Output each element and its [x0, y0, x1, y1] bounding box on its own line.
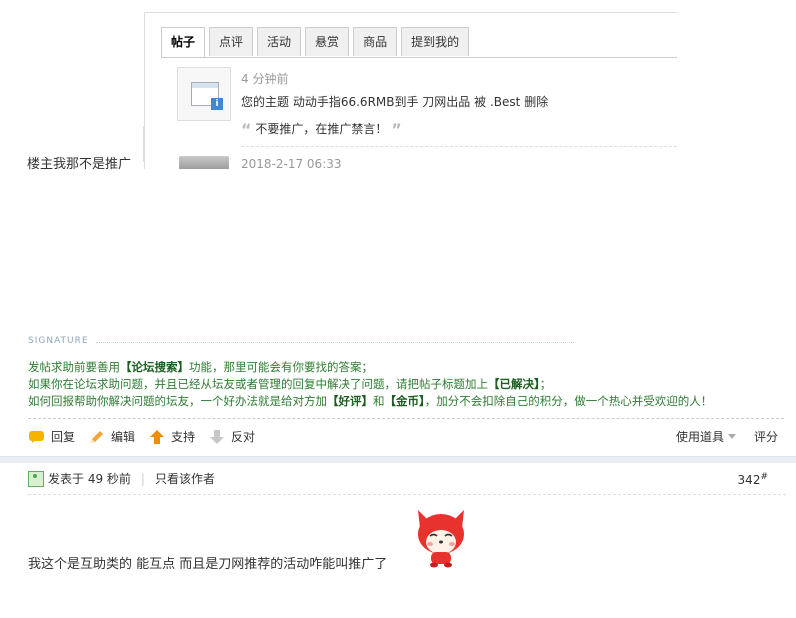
signature-line-2: 如果你在论坛求助问题，并且已经从坛友或者管理的回复中解决了问题，请把帖子标题加上…: [28, 377, 552, 391]
post-content-2: 我这个是互助类的 能互点 而且是刀网推荐的活动咋能叫推广了: [28, 557, 388, 572]
post-right-actions: 使用道具 评分: [676, 428, 778, 445]
notice-icon: i: [177, 67, 231, 121]
tools-menu[interactable]: 使用道具: [676, 428, 736, 445]
signature-title: SIGNATURE: [28, 336, 89, 346]
notice-popup: 帖子 点评 活动 悬赏 商品 提到我的 i 4 分钟前 您的主题 动动手指66.…: [144, 12, 677, 169]
oppose-button[interactable]: 反对: [209, 428, 255, 445]
rate-button[interactable]: 评分: [754, 428, 778, 445]
open-quote-icon: “: [241, 120, 252, 139]
signature-line-1: 发帖求助前要善用【论坛搜索】功能，那里可能会有你要找的答案；: [28, 360, 373, 374]
tab-comments[interactable]: 点评: [209, 27, 254, 56]
tab-goods[interactable]: 商品: [353, 27, 398, 56]
user-link[interactable]: .Best: [490, 95, 520, 109]
reply-button[interactable]: 回复: [28, 428, 75, 445]
arrow-down-icon: [210, 429, 225, 444]
tab-posts[interactable]: 帖子: [161, 27, 206, 58]
post-meta: 发表于 49 秒前 | 只看该作者: [28, 470, 215, 487]
forum-search-link[interactable]: 【论坛搜索】: [120, 360, 189, 374]
post-divider: [28, 418, 784, 419]
close-quote-icon: ”: [391, 120, 402, 139]
tab-mentions[interactable]: 提到我的: [401, 27, 470, 56]
notice-time-2: 2018-2-17 06:33: [241, 157, 342, 169]
tab-divider: [161, 57, 677, 58]
thread-link[interactable]: 动动手指66.6RMB到手 刀网出品: [293, 95, 470, 109]
signature-line-3: 如何回报帮助你解决问题的坛友，一个好办法就是给对方加【好评】和【金币】，加分不会…: [28, 394, 713, 408]
tab-rewards[interactable]: 悬赏: [305, 27, 350, 56]
notice-prefix: 您的主题: [241, 95, 290, 109]
notice-action: 删除: [524, 95, 549, 109]
signature: 发帖求助前要善用【论坛搜索】功能，那里可能会有你要找的答案； 如果你在论坛求助问…: [28, 359, 712, 410]
reply-icon: [29, 430, 44, 443]
pencil-icon: [91, 430, 104, 443]
signature-divider: [96, 342, 574, 343]
left-border: [143, 126, 144, 162]
avatar: [179, 156, 229, 169]
author-only-link[interactable]: 只看该作者: [155, 470, 215, 487]
post-content: 楼主我那不是推广: [27, 157, 132, 172]
notice-tabs: 帖子 点评 活动 悬赏 商品 提到我的: [161, 27, 470, 58]
red-fox-emoji: [418, 510, 464, 568]
notice-text: 您的主题 动动手指66.6RMB到手 刀网出品 被 .Best 删除: [241, 93, 548, 110]
arrow-up-icon: [150, 429, 165, 444]
edit-button[interactable]: 编辑: [89, 428, 135, 445]
support-button[interactable]: 支持: [149, 428, 195, 445]
meta-separator: |: [140, 471, 145, 486]
notice-by: 被: [474, 95, 487, 109]
notice-quote: “ 不要推广，在推广禁言！ ”: [241, 120, 402, 139]
online-status-icon: [28, 470, 44, 487]
post-actions: 回复 编辑 支持 反对: [28, 428, 269, 445]
notice-quote-text: 不要推广，在推广禁言！: [255, 122, 388, 136]
chevron-down-icon: [727, 434, 736, 439]
floor-number[interactable]: 342#: [738, 472, 768, 487]
post-separator: [0, 456, 796, 463]
post-time: 发表于 49 秒前: [48, 472, 131, 486]
notice-divider: [241, 146, 677, 147]
post-head-divider: [28, 494, 786, 495]
notice-time: 4 分钟前: [241, 72, 289, 86]
tab-activities[interactable]: 活动: [257, 27, 302, 56]
